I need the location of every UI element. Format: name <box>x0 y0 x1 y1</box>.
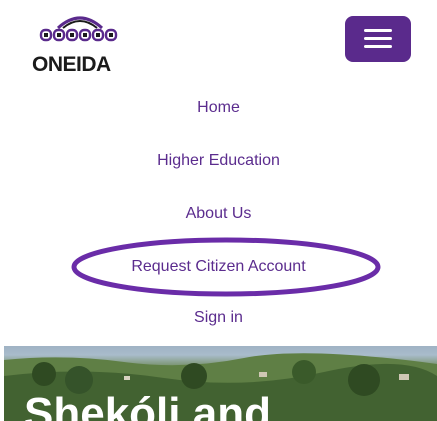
oneida-logo[interactable]: ONEIDA <box>30 8 130 76</box>
nav-link-sign-in[interactable]: Sign in <box>0 308 437 328</box>
hamburger-menu-button[interactable] <box>345 16 411 62</box>
nav-link-about-us[interactable]: About Us <box>0 204 437 224</box>
nav-link-home[interactable]: Home <box>0 98 437 118</box>
hamburger-bar <box>364 45 392 48</box>
hamburger-bar <box>364 37 392 40</box>
hamburger-menu-icon <box>364 29 392 32</box>
oneida-arch-logo-icon <box>39 16 118 42</box>
hero-banner: Shekóli and <box>4 346 437 421</box>
nav-link-higher-education[interactable]: Higher Education <box>0 151 437 171</box>
logo-text: ONEIDA <box>32 53 111 76</box>
hero-title: Shekóli and <box>24 389 271 421</box>
site-header: ONEIDA <box>0 0 437 80</box>
highlight-circle-annotation <box>71 237 381 297</box>
